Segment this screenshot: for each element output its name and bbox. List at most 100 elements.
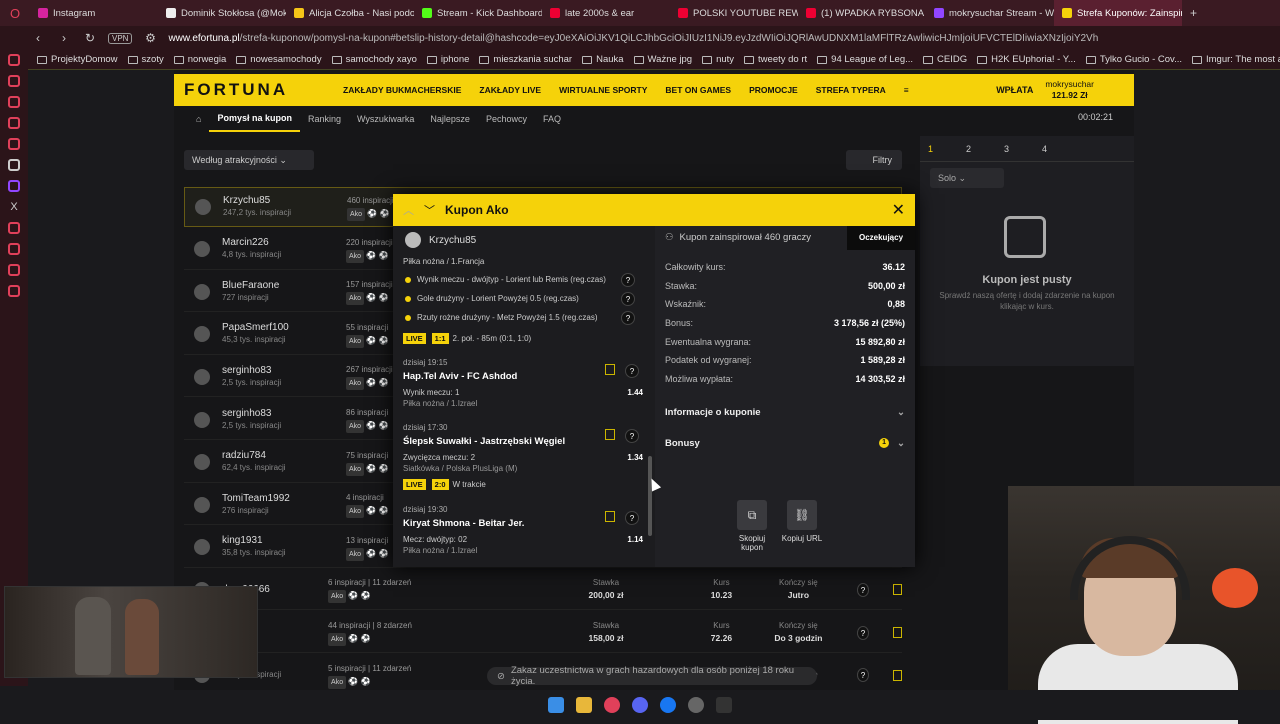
site-logo[interactable]: FORTUNA [174,80,334,100]
terminal-icon[interactable] [716,697,732,713]
close-icon[interactable]: ✕ [892,200,905,220]
table-row[interactable]: daro666666 inspiracji | 11 zdarzeńAko ⚽ … [184,570,902,611]
forward-icon[interactable]: › [56,31,72,45]
sidebar-clock-icon[interactable] [8,243,20,255]
bookmark-item[interactable]: 94 League of Leg... [814,54,916,65]
bookmark-item[interactable]: CEIDG [920,54,970,65]
menu-icon[interactable]: ≡ [895,85,918,95]
bookmark-item[interactable]: norwegia [171,54,230,65]
browser-tab[interactable]: Dominik Stokłosa (@Mok [158,0,286,26]
bookmark-item[interactable]: samochody xayo [329,54,420,65]
bookmark-item[interactable]: Imgur: The most a... [1189,54,1280,65]
nav-item[interactable]: BET ON GAMES [656,85,740,95]
browser-tab-active[interactable]: Strefa Kuponów: Zainspir× [1054,0,1182,26]
sidebar-home-icon[interactable] [8,54,20,66]
betslip-tab[interactable]: 3 [1004,144,1042,154]
help-icon[interactable]: ? [856,582,870,597]
copy-icon[interactable] [893,627,902,638]
sidebar-media-icon[interactable] [8,138,20,150]
facebook-icon[interactable] [660,697,676,713]
copy-coupon-button[interactable]: ⧉ Skopiuj kupon [727,500,777,552]
sidebar-x-icon[interactable]: X [10,201,17,213]
copy-icon[interactable] [605,364,615,375]
browser-tab[interactable]: late 2000s & ear [542,0,670,26]
tab-faq[interactable]: FAQ [535,106,569,132]
betslip-tab[interactable]: 1 [928,144,966,154]
bookmark-item[interactable]: H2K EUphoria! - Y... [974,54,1079,65]
opera-icon[interactable] [604,697,620,713]
bookmark-item[interactable]: ProjektyDomow [34,54,121,65]
bookmark-item[interactable]: nowesamochody [233,54,324,65]
file-explorer-icon[interactable] [576,697,592,713]
bookmark-item[interactable]: nuty [699,54,737,65]
help-icon[interactable]: ? [621,310,635,325]
tab-pomysl[interactable]: Pomysł na kupon [209,106,300,132]
chevron-down-icon[interactable]: ﹀ [424,202,435,218]
help-icon[interactable]: ? [625,429,639,443]
copy-url-button[interactable]: ⛓ Kopiuj URL [777,500,827,543]
sidebar-twitch-icon[interactable] [8,180,20,192]
sort-dropdown[interactable]: Według atrakcyjności ⌄ [184,150,314,170]
browser-tab[interactable]: Alicja Czołba - Nasi podo [286,0,414,26]
nav-item[interactable]: ZAKŁADY BUKMACHERSKIE [334,85,470,95]
home-icon[interactable]: ⌂ [188,106,209,132]
opera-logo-icon[interactable]: O [0,6,30,21]
reload-icon[interactable]: ↻ [82,31,98,45]
browser-tab[interactable]: mokrysuchar Stream - W [926,0,1054,26]
nav-item[interactable]: PROMOCJE [740,85,807,95]
bonuses-accordion[interactable]: Bonusy 1 ⌄ [655,428,915,458]
browser-tab[interactable]: (1) WPADKA RYBSONA I [798,0,926,26]
help-icon[interactable]: ? [625,364,639,378]
deposit-button[interactable]: WPŁATA [984,85,1045,95]
sidebar-chatgpt-icon[interactable] [8,159,20,171]
table-row[interactable]: inspiracji44 inspiracji | 8 zdarzeńAko ⚽… [184,613,902,653]
bookmark-item[interactable]: iphone [424,54,473,65]
bookmark-item[interactable]: Nauka [579,54,626,65]
tab-search[interactable]: Wyszukiwarka [349,106,422,132]
filters-button[interactable]: Filtry [846,150,902,170]
new-tab-icon[interactable]: + [1182,6,1205,20]
bookmark-item[interactable]: szoty [125,54,167,65]
site-info-icon[interactable]: ⚙ [142,31,158,45]
copy-icon[interactable] [605,511,615,522]
tab-ranking[interactable]: Ranking [300,106,349,132]
bookmark-item[interactable]: mieszkania suchar [476,54,575,65]
bookmark-item[interactable]: tweety do rt [741,54,810,65]
sidebar-messenger-icon[interactable] [8,117,20,129]
copy-icon[interactable] [893,669,902,681]
bet-mode-dropdown[interactable]: Solo ⌄ [930,168,1004,188]
vpn-badge[interactable]: VPN [108,32,133,44]
nav-item[interactable]: WIRTUALNE SPORTY [550,85,656,95]
tab-unlucky[interactable]: Pechowcy [478,106,535,132]
bookmark-item[interactable]: Ważne jpg [631,54,696,65]
betslip-tab[interactable]: 4 [1042,144,1080,154]
help-icon[interactable]: ? [625,511,639,525]
sidebar-bag-icon[interactable] [8,96,20,108]
chevron-up-icon[interactable]: ︿ [403,202,414,218]
steam-icon[interactable] [688,697,704,713]
nav-item[interactable]: STREFA TYPERA [807,85,895,95]
user-account[interactable]: mokrysuchar 121.92 Zł [1045,79,1134,101]
copy-icon[interactable] [893,584,902,596]
coupon-author[interactable]: Krzychu85 [405,232,476,248]
help-icon[interactable]: ? [621,272,635,287]
help-icon[interactable]: ? [621,291,635,306]
browser-tab[interactable]: Stream - Kick Dashboard [414,0,542,26]
info-accordion[interactable]: Informacje o kuponie ⌄ [655,397,915,427]
betslip-tab[interactable]: 2 [966,144,1004,154]
sidebar-music-icon[interactable] [8,222,20,234]
copy-icon[interactable] [605,429,615,440]
sidebar-history-icon[interactable] [8,75,20,87]
bookmark-item[interactable]: Tylko Gucio - Cov... [1083,54,1185,65]
windows-start-icon[interactable] [548,697,564,713]
help-icon[interactable]: ? [856,668,870,683]
scrollbar[interactable] [648,456,652,536]
sidebar-settings-icon[interactable] [8,285,20,297]
url-field[interactable]: www.efortuna.pl/strefa-kuponow/pomysl-na… [168,33,1098,44]
browser-tab[interactable]: POLSKI YOUTUBE REWIN [670,0,798,26]
sidebar-flow-icon[interactable] [8,264,20,276]
tab-best[interactable]: Najlepsze [422,106,478,132]
nav-item[interactable]: ZAKŁADY LIVE [470,85,550,95]
browser-tab[interactable]: Instagram [30,0,158,26]
back-icon[interactable]: ‹ [30,31,46,45]
